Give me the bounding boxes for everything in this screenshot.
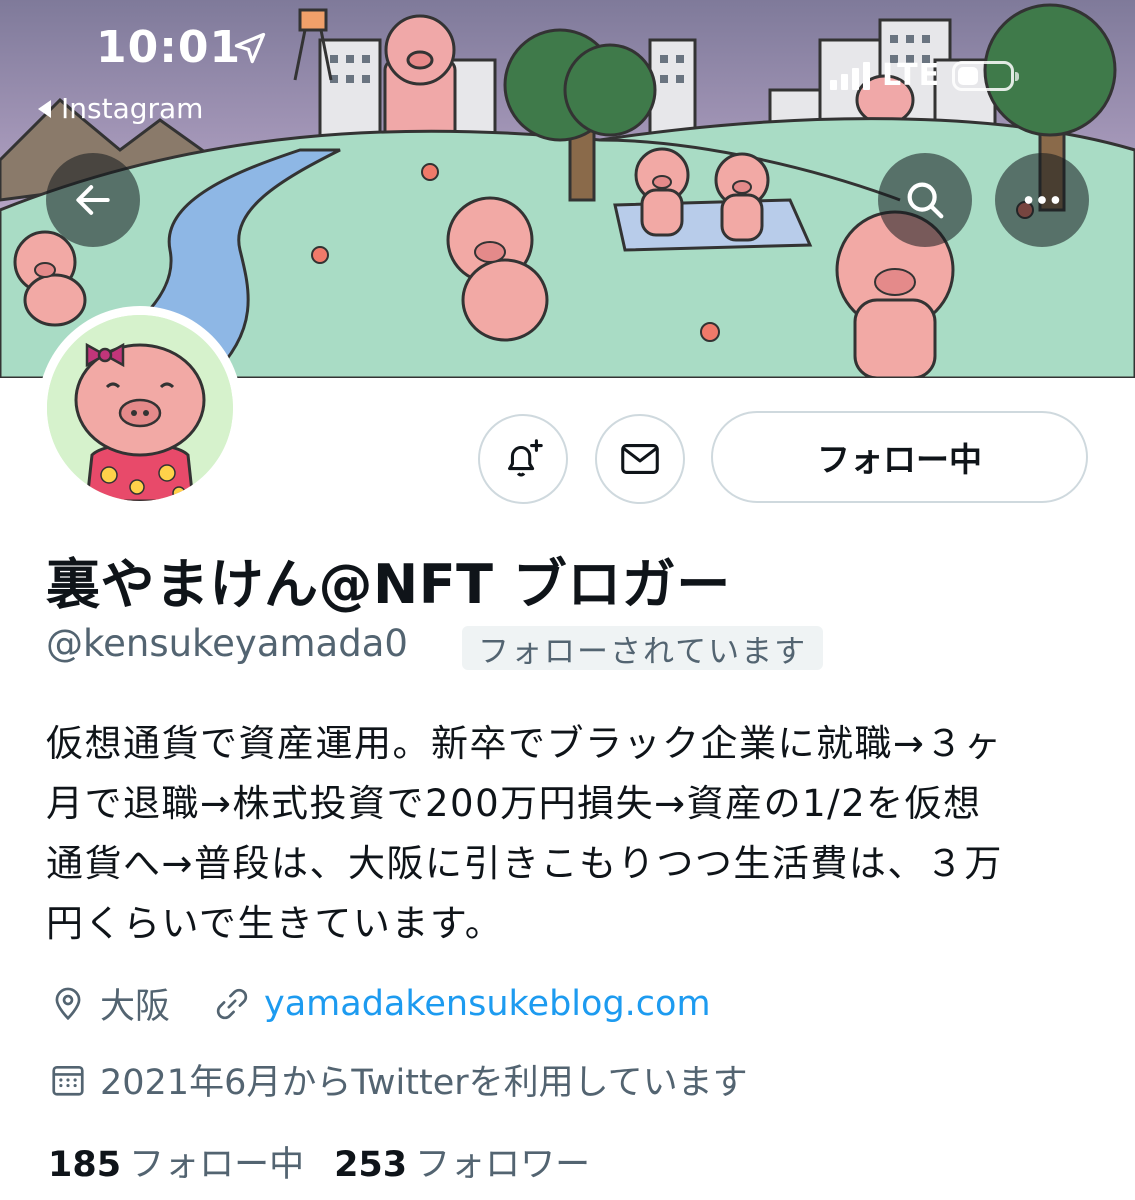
back-triangle-icon xyxy=(38,99,51,118)
following-label: フォロー中 xyxy=(129,1145,305,1185)
network-label: LTE xyxy=(882,58,941,93)
bio-line: 通貨へ→普段は、大阪に引きこもりつつ生活費は、３万 xyxy=(46,842,1003,885)
avatar-image xyxy=(47,315,233,501)
more-horizontal-icon xyxy=(1024,196,1060,204)
bio-line: 円くらいで生きています。 xyxy=(46,902,504,945)
pig-avatar-illustration xyxy=(47,315,233,501)
followers-stat[interactable]: 253 フォロワー xyxy=(334,1136,590,1187)
bio-line: 仮想通貨で資産運用。新卒でブラック企業に就職→３ヶ xyxy=(46,722,1003,765)
back-app-label: Instagram xyxy=(61,92,204,125)
back-button[interactable] xyxy=(46,153,140,247)
following-button[interactable]: フォロー中 xyxy=(711,411,1088,503)
followers-label: フォロワー xyxy=(415,1145,591,1185)
website-link[interactable]: yamadakensukeblog.com xyxy=(264,984,711,1024)
profile-meta-joined: 2021年6月からTwitterを利用しています xyxy=(48,1054,748,1105)
follows-you-badge: フォローされています xyxy=(462,626,824,670)
message-button[interactable] xyxy=(595,414,685,504)
search-icon xyxy=(907,182,944,219)
user-handle: @kensukeyamada0 xyxy=(46,622,408,665)
battery-icon xyxy=(952,60,1020,91)
back-to-app[interactable]: Instagram xyxy=(38,92,203,125)
calendar-icon xyxy=(48,1060,88,1100)
signal-icon xyxy=(830,61,870,90)
location-text: 大阪 xyxy=(100,987,171,1027)
followers-count: 253 xyxy=(334,1145,408,1185)
mail-icon xyxy=(621,444,659,474)
joined-date: 2021年6月からTwitterを利用しています xyxy=(100,1063,748,1103)
avatar[interactable] xyxy=(38,306,242,510)
status-indicators: LTE xyxy=(830,58,1020,93)
following-stat[interactable]: 185 フォロー中 xyxy=(48,1136,304,1187)
follow-stats: 185 フォロー中 253 フォロワー xyxy=(48,1136,590,1187)
bell-plus-icon xyxy=(508,439,543,477)
notify-button[interactable] xyxy=(478,414,568,504)
profile-bio: 仮想通貨で資産運用。新卒でブラック企業に就職→３ヶ 月で退職→株式投資で200万… xyxy=(46,714,1096,954)
link-icon xyxy=(212,984,252,1024)
more-button[interactable] xyxy=(995,153,1089,247)
location-pin-icon xyxy=(48,984,88,1024)
following-count: 185 xyxy=(48,1145,122,1185)
location-arrow-icon xyxy=(234,32,266,64)
search-button[interactable] xyxy=(878,153,972,247)
battery-level xyxy=(958,66,979,85)
arrow-left-icon xyxy=(76,185,110,215)
status-time: 10:01 xyxy=(96,22,242,73)
profile-meta-location-website: 大阪 yamadakensukeblog.com xyxy=(48,978,711,1029)
display-name: 裏やまけん@NFT ブロガー xyxy=(46,553,731,616)
bio-line: 月で退職→株式投資で200万円損失→資産の1/2を仮想 xyxy=(46,782,982,825)
